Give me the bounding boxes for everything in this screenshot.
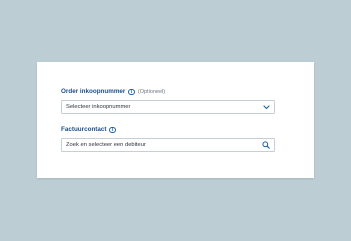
order-field-label: Order inkoopnummer [61, 88, 126, 95]
info-icon[interactable]: i [128, 88, 135, 96]
debtor-search-input[interactable]: Zoek en selecteer een debiteur [61, 138, 275, 152]
order-field-label-row: Order inkoopnummer i (Optioneel) [61, 87, 165, 97]
form-card: Order inkoopnummer i (Optioneel) Selecte… [37, 62, 314, 178]
chevron-down-icon[interactable] [262, 103, 270, 111]
optional-text: (Optioneel) [137, 89, 166, 95]
order-number-select[interactable]: Selecteer inkoopnummer [61, 100, 275, 114]
invoice-field-label: Factuurcontact [61, 126, 107, 133]
debtor-search-placeholder: Zoek en selecteer een debiteur [66, 142, 146, 148]
search-icon[interactable] [262, 141, 270, 149]
info-icon[interactable]: i [109, 126, 116, 134]
invoice-field-label-row: Factuurcontact i [61, 125, 116, 135]
order-number-select-value: Selecteer inkoopnummer [66, 104, 131, 110]
